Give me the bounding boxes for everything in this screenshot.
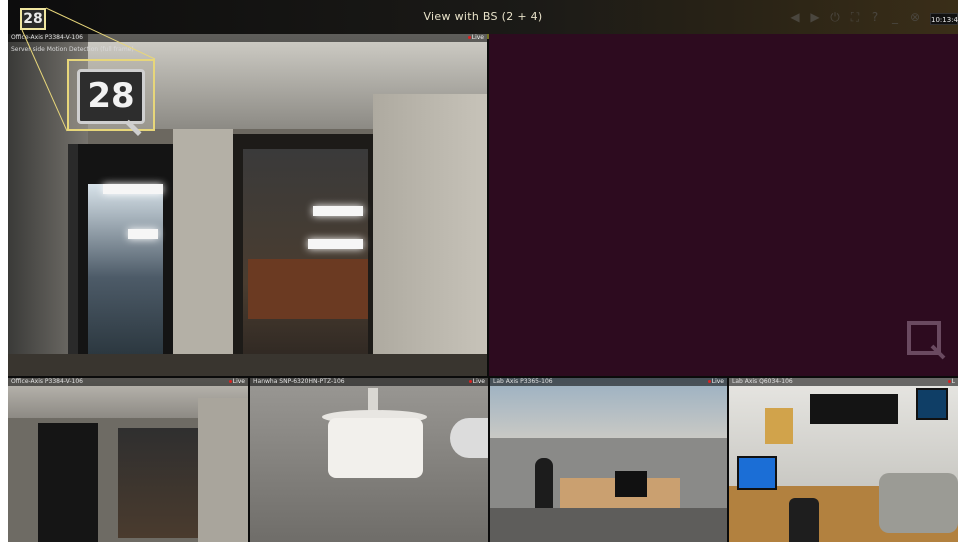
tile-header: Hanwha SNP-6320HN-PTZ-106 Live bbox=[250, 378, 488, 386]
live-badge: L bbox=[948, 378, 955, 386]
minimize-icon[interactable]: _ bbox=[888, 10, 902, 24]
camera-tile-5[interactable]: Lab Axis P3365-106 Live bbox=[490, 378, 727, 542]
camera-name: Office-Axis P3384-V-106 bbox=[11, 34, 83, 41]
tile-header: Office-Axis P3384-V-106 Live bbox=[8, 378, 248, 386]
clock-display: 10:13:4 bbox=[930, 13, 958, 25]
magnified-logo-icon: 28 bbox=[77, 69, 145, 136]
title-bar: 28 View with BS (2 + 4) ◀ ▶ ⏻ ⛶ ? _ ⊗ 10… bbox=[8, 0, 958, 34]
camera-tile-6[interactable]: Lab Axis Q6034-106 L bbox=[729, 378, 958, 542]
camera-name: Lab Axis Q6034-106 bbox=[732, 378, 793, 385]
live-badge: Live bbox=[469, 378, 485, 386]
motion-detection-label: Server side Motion Detection (full frame… bbox=[11, 46, 134, 53]
screenshot-icon[interactable]: ⛶ bbox=[848, 10, 862, 24]
search-watermark-icon bbox=[907, 321, 946, 360]
tile-header: Lab Axis Q6034-106 L bbox=[729, 378, 958, 386]
camera-name: Office-Axis P3384-V-106 bbox=[11, 378, 83, 385]
close-icon[interactable]: ⊗ bbox=[908, 10, 922, 24]
power-icon[interactable]: ⏻ bbox=[828, 10, 842, 24]
toolbar-icons: ◀ ▶ ⏻ ⛶ ? _ ⊗ bbox=[788, 10, 922, 24]
camera-tile-2-empty[interactable] bbox=[489, 34, 958, 376]
camera-name: Lab Axis P3365-106 bbox=[493, 378, 553, 385]
live-badge: Live bbox=[708, 378, 724, 386]
camera-name: Hanwha SNP-6320HN-PTZ-106 bbox=[253, 378, 345, 385]
live-badge: Live bbox=[229, 378, 245, 386]
camera-tile-3[interactable]: Office-Axis P3384-V-106 Live bbox=[8, 378, 248, 542]
tile-header: Office-Axis P3384-V-106 Live bbox=[8, 34, 487, 42]
magnified-logo-number: 28 bbox=[87, 76, 135, 116]
forward-arrow-icon[interactable]: ▶ bbox=[808, 10, 822, 24]
help-icon[interactable]: ? bbox=[868, 10, 882, 24]
live-badge: Live bbox=[468, 34, 484, 42]
camera-tile-4[interactable]: Hanwha SNP-6320HN-PTZ-106 Live bbox=[250, 378, 488, 542]
video-wall-app: 28 View with BS (2 + 4) ◀ ▶ ⏻ ⛶ ? _ ⊗ 10… bbox=[8, 0, 958, 542]
zoom-callout: 28 bbox=[67, 59, 155, 136]
back-arrow-icon[interactable]: ◀ bbox=[788, 10, 802, 24]
tile-header: Lab Axis P3365-106 Live bbox=[490, 378, 727, 386]
